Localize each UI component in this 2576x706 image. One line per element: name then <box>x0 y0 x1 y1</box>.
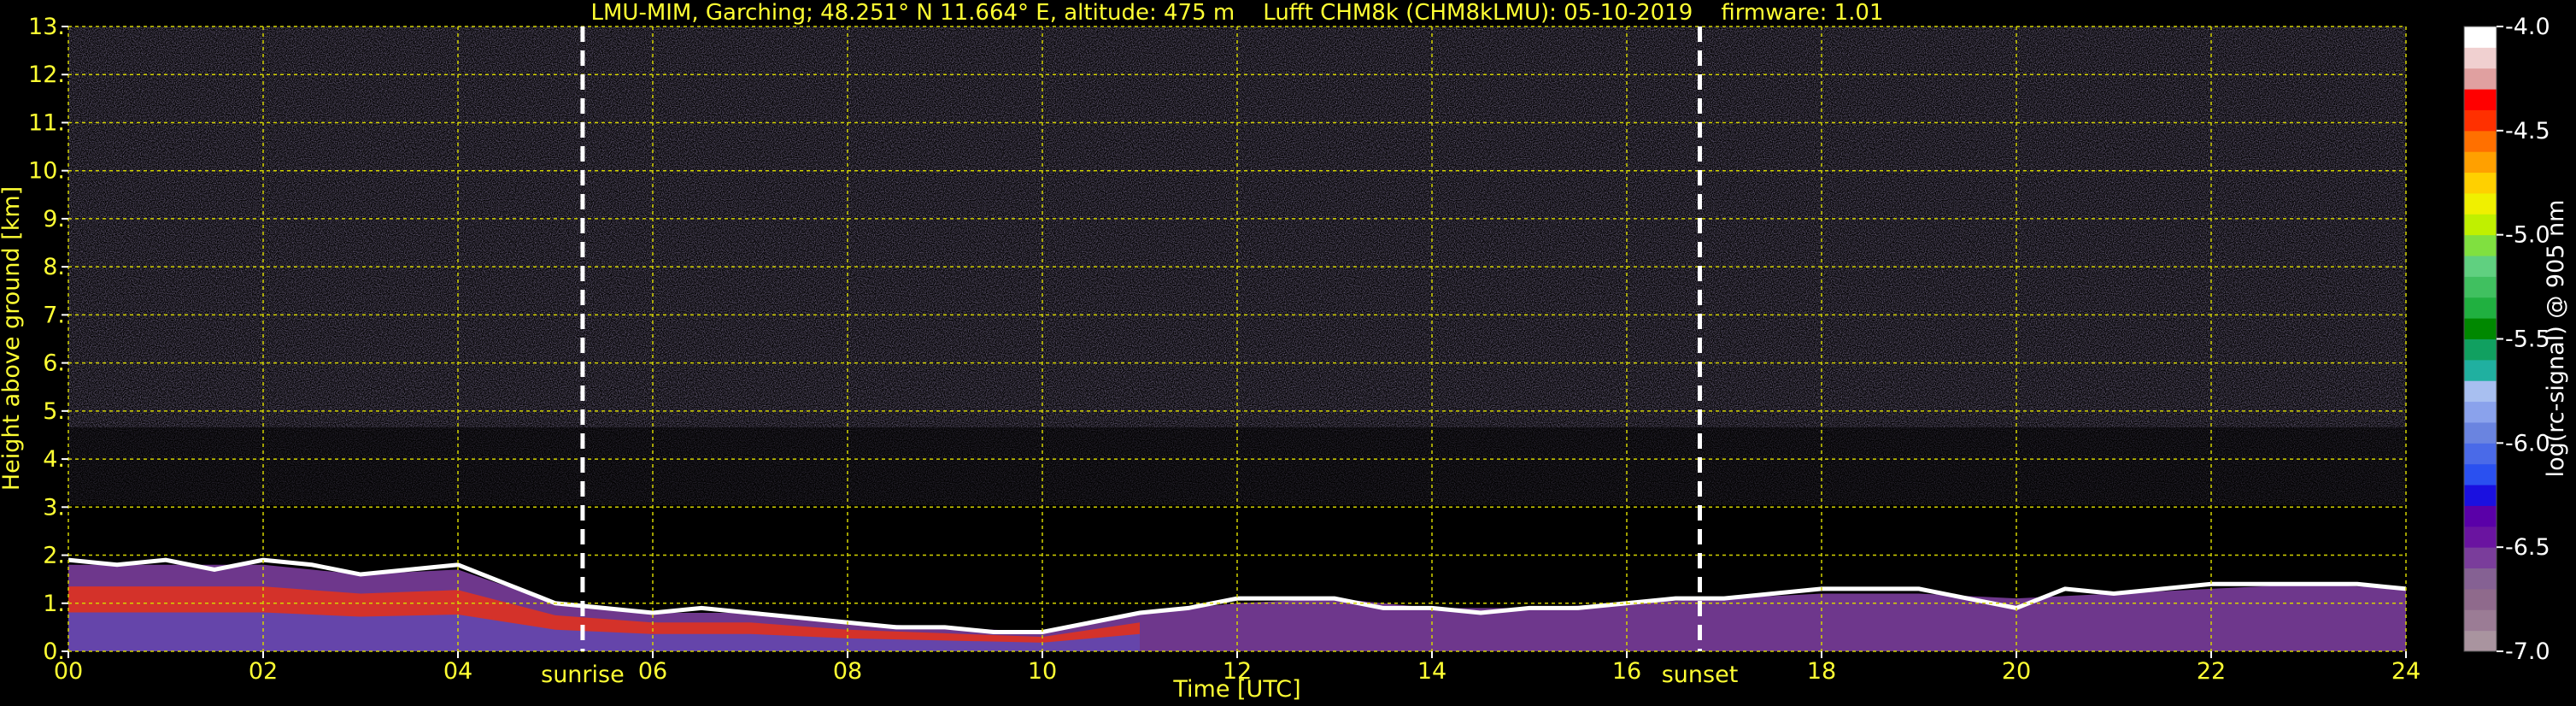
colorbar-label: log(rc-signal) @ 905 nm <box>2543 200 2569 478</box>
y-axis-label: Height above ground [km] <box>0 186 25 491</box>
chart-title: LMU-MIM, Garching; 48.251° N 11.664° E, … <box>591 0 1884 26</box>
y-tick-label: 7. <box>43 302 65 328</box>
y-tick-label: 11. <box>28 109 65 136</box>
colorbar-swatch <box>2464 172 2497 194</box>
colorbar-swatch <box>2464 318 2497 339</box>
colorbar-swatch <box>2464 256 2497 277</box>
colorbar-tick-label: -4.0 <box>2505 14 2550 40</box>
colorbar-swatch <box>2464 276 2497 298</box>
event-label-sunrise: sunrise <box>541 662 625 688</box>
y-tick-label: 10. <box>28 158 65 185</box>
y-tick-label: 12. <box>28 62 65 88</box>
colorbar-tick-label: -7.0 <box>2505 638 2550 665</box>
colorbar-swatch <box>2464 151 2497 174</box>
y-tick-label: 0. <box>43 638 65 665</box>
colorbar-swatch <box>2464 463 2497 485</box>
colorbar-swatch <box>2464 359 2497 381</box>
colorbar-swatch <box>2464 609 2497 632</box>
y-tick-label: 8. <box>43 254 65 280</box>
x-axis-label: Time [UTC] <box>1172 676 1300 703</box>
colorbar-swatch <box>2464 26 2497 48</box>
colorbar-swatch <box>2464 338 2497 361</box>
y-tick-label: 13. <box>28 14 65 40</box>
colorbar-swatch <box>2464 421 2497 444</box>
colorbar-swatch <box>2464 401 2497 423</box>
y-tick-label: 3. <box>43 494 65 521</box>
x-tick-label: 04 <box>443 658 472 685</box>
y-tick-label: 5. <box>43 398 65 425</box>
colorbar-swatch <box>2464 588 2497 610</box>
x-tick-label: 06 <box>638 658 667 685</box>
colorbar-tick-label: -6.5 <box>2505 534 2550 561</box>
colorbar-swatch <box>2464 68 2497 90</box>
colorbar-swatch <box>2464 109 2497 132</box>
colorbar-swatch <box>2464 505 2497 527</box>
colorbar: -4.0-4.5-5.0-5.5-6.0-6.5-7.0 <box>2463 14 2550 665</box>
x-tick-label: 22 <box>2197 658 2226 685</box>
event-label-sunset: sunset <box>1662 662 1739 688</box>
colorbar-swatch <box>2464 192 2497 215</box>
colorbar-swatch <box>2464 485 2497 506</box>
y-tick-label: 4. <box>43 446 65 473</box>
ceilometer-chart: sunrise sunset 00 02 04 06 08 10 12 14 16 18 20 22 24… <box>0 0 2569 703</box>
colorbar-tick-label: -4.5 <box>2505 118 2550 144</box>
colorbar-swatch <box>2464 443 2497 465</box>
colorbar-swatch <box>2464 526 2497 548</box>
x-tick-label: 24 <box>2391 658 2421 685</box>
y-tick-label: 9. <box>43 206 65 232</box>
y-tick-label: 1. <box>43 591 65 617</box>
x-tick-label: 20 <box>2002 658 2031 685</box>
x-tick-label: 16 <box>1612 658 1641 685</box>
y-tick-label: 6. <box>43 350 65 377</box>
x-tick-label: 02 <box>249 658 278 685</box>
x-tick-label: 14 <box>1417 658 1446 685</box>
colorbar-swatch <box>2464 568 2497 590</box>
colorbar-swatch <box>2464 234 2497 256</box>
colorbar-swatch <box>2464 130 2497 152</box>
y-tick-label: 2. <box>43 543 65 569</box>
y-axis-ticks: 0. 1. 2. 3. 4. 5. 6. 7. 8. 9. 10. 11. 12. 13. <box>28 14 68 665</box>
colorbar-swatch <box>2464 89 2497 110</box>
colorbar-swatch <box>2464 47 2497 69</box>
colorbar-swatch <box>2464 630 2497 652</box>
x-tick-label: 10 <box>1028 658 1057 685</box>
colorbar-swatch <box>2464 297 2497 319</box>
colorbar-swatch <box>2464 380 2497 403</box>
colorbar-swatch <box>2464 214 2497 236</box>
x-tick-label: 08 <box>833 658 862 685</box>
colorbar-swatch <box>2464 547 2497 569</box>
x-tick-label: 18 <box>1807 658 1836 685</box>
